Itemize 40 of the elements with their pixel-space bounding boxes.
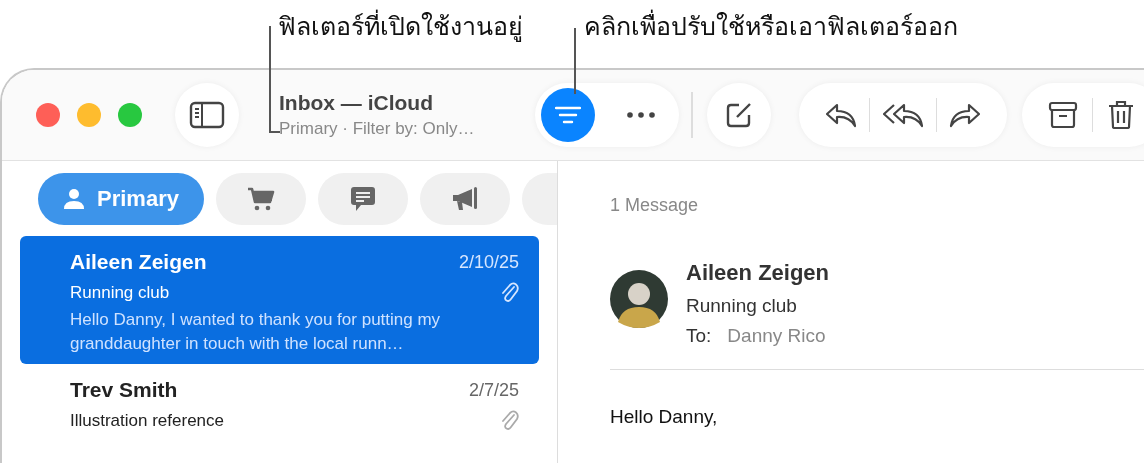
message-body: Hello Danny, — [610, 406, 718, 428]
category-tab[interactable] — [318, 173, 408, 225]
reply-icon — [825, 102, 857, 128]
message-date: 2/10/25 — [458, 251, 519, 273]
reply-all-icon — [882, 102, 924, 128]
message-row[interactable]: Aileen Zeigen 2/10/25 Running club Hello Danny, I wanted to thank you for putting my granddaughter in touch with the local runn… — [20, 236, 539, 364]
forward-icon — [949, 102, 981, 128]
sender-name: Trev Smith — [70, 378, 178, 402]
category-tab[interactable] — [420, 173, 510, 225]
message-preview: Hello Danny, I wanted to thank you for putting my granddaughter in touch with the local runn… — [70, 309, 442, 355]
category-tab[interactable]: Primary — [38, 173, 204, 225]
sender-name: Aileen Zeigen — [686, 260, 830, 286]
avatar — [610, 270, 668, 328]
megaphone-icon — [452, 186, 478, 212]
chat-icon — [350, 186, 376, 212]
message-date: 2/7/25 — [468, 379, 519, 401]
more-icon — [627, 112, 655, 118]
person-icon — [63, 188, 85, 210]
leader-line — [574, 28, 577, 94]
callout-text: ฟิลเตอร์ที่เปิดใช้งานอยู่ — [278, 6, 523, 46]
compose-icon — [725, 101, 753, 129]
filter-subtitle: Primary · Filter by: Only… — [279, 119, 476, 139]
category-tab[interactable] — [216, 173, 306, 225]
recipient-name: Danny Rico — [727, 325, 826, 347]
message-subject: Running club — [70, 283, 170, 303]
filter-icon — [555, 106, 581, 124]
sidebar-icon — [189, 101, 225, 129]
cart-icon — [247, 187, 275, 211]
archive-icon — [1048, 101, 1078, 129]
close-button[interactable] — [36, 103, 60, 127]
to-label: To: — [686, 325, 712, 347]
trash-icon — [1107, 100, 1135, 130]
callout-text: คลิกเพื่อปรับใช้หรือเอาฟิลเตอร์ออก — [584, 6, 958, 46]
message-subject: Illustration reference — [70, 411, 225, 431]
sender-name: Aileen Zeigen — [70, 250, 207, 274]
filter-button[interactable] — [541, 88, 595, 142]
message-count: 1 Message — [610, 195, 699, 216]
message-subject: Running club — [686, 295, 798, 317]
message-row[interactable]: Trev Smith 2/7/25 Illustration reference — [20, 364, 539, 439]
window-title: Inbox — iCloud — [279, 91, 434, 115]
